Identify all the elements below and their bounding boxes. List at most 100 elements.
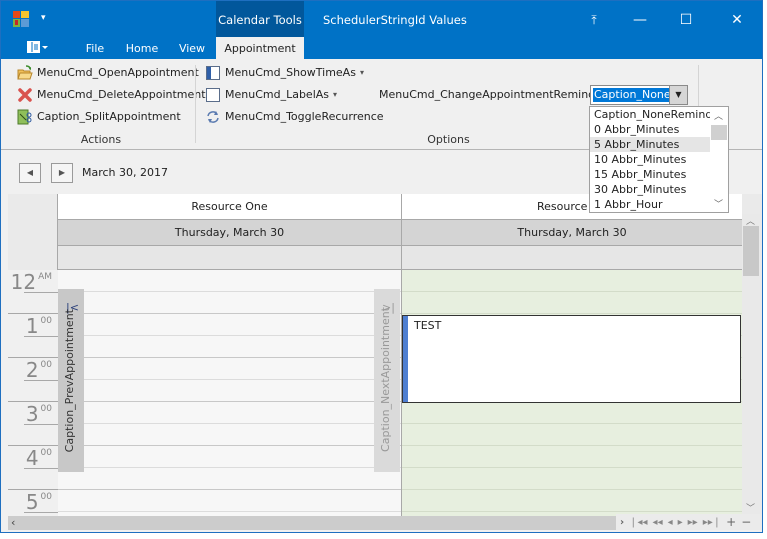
app-icon: [13, 11, 29, 27]
time-label: 1 00: [25, 314, 52, 338]
scroll-down-icon[interactable]: ﹀: [746, 501, 755, 514]
open-folder-icon: [17, 65, 33, 81]
resource-one-time-cells[interactable]: [58, 270, 401, 516]
split-icon: [17, 109, 33, 125]
reminder-option[interactable]: 10 Abbr_Minutes: [590, 152, 710, 167]
split-appointment-label: Caption_SplitAppointment: [37, 110, 181, 123]
show-time-as-label: MenuCmd_ShowTimeAs: [225, 66, 356, 79]
time-label: 5 00: [25, 490, 52, 514]
time-tick: [24, 424, 58, 425]
show-time-as-icon: [205, 65, 221, 81]
ribbon-menu-button[interactable]: [27, 41, 49, 56]
dropdown-arrow-icon: ▼: [675, 90, 682, 99]
dropdown-scrollbar[interactable]: ︿ ﹀: [710, 107, 728, 212]
actions-group-label: Actions: [80, 133, 122, 146]
minimize-button[interactable]: —: [617, 1, 663, 37]
title-bar: ▾ Calendar Tools SchedulerStringId Value…: [1, 1, 762, 37]
recurrence-icon: [205, 109, 221, 125]
toggle-recurrence-button[interactable]: MenuCmd_ToggleRecurrence: [205, 107, 384, 127]
next-page-icon[interactable]: ▸▸: [688, 517, 698, 528]
label-as-icon: [205, 87, 221, 103]
tab-file[interactable]: File: [77, 37, 113, 59]
reminder-option[interactable]: 30 Abbr_Minutes: [590, 182, 710, 197]
close-button[interactable]: ✕: [714, 1, 760, 37]
minimize-icon: —: [633, 12, 647, 28]
next-appointment-label: Caption_NextAppointment: [379, 307, 392, 452]
triangle-left-icon: ◀: [26, 168, 34, 177]
prev-resource-icon[interactable]: ◂: [668, 517, 673, 528]
delete-appointment-button[interactable]: MenuCmd_DeleteAppointment: [17, 85, 206, 105]
tab-home[interactable]: Home: [121, 37, 163, 59]
prev-date-button[interactable]: ◀: [19, 163, 41, 183]
label-as-label: MenuCmd_LabelAs: [225, 88, 330, 101]
maximize-button[interactable]: ☐: [663, 1, 709, 37]
vertical-scrollbar[interactable]: ︿ ﹀: [742, 214, 760, 516]
main-window: ▾ Calendar Tools SchedulerStringId Value…: [0, 0, 763, 533]
next-date-button[interactable]: ▶: [51, 163, 73, 183]
next-resource-icon[interactable]: ▸: [678, 517, 683, 528]
prev-appointment-button[interactable]: |< Caption_PrevAppointment: [58, 289, 84, 472]
show-time-as-button[interactable]: MenuCmd_ShowTimeAs ▾: [205, 63, 364, 83]
day-header: Thursday, March 30: [402, 220, 742, 246]
horizontal-scrollbar[interactable]: ‹: [8, 516, 616, 530]
increase-resources-icon[interactable]: +: [726, 515, 736, 529]
reminder-option[interactable]: 15 Abbr_Minutes: [590, 167, 710, 182]
time-label: 12 AM: [10, 270, 52, 294]
time-label: 3 00: [25, 402, 52, 426]
next-appointment-button[interactable]: >| Caption_NextAppointment: [374, 289, 400, 472]
reminder-option[interactable]: Caption_NoneReminder: [590, 107, 724, 122]
window-title: SchedulerStringId Values: [323, 13, 467, 27]
group-separator: [195, 65, 196, 143]
reminder-option[interactable]: 0 Abbr_Minutes: [590, 122, 710, 137]
scroll-up-icon[interactable]: ︿: [714, 109, 723, 122]
maximize-icon: ☐: [679, 12, 693, 28]
time-label: 2 00: [25, 358, 52, 382]
last-resource-icon[interactable]: ▸▸❘: [703, 517, 721, 528]
reminder-combo-value[interactable]: Caption_NoneR: [593, 88, 669, 102]
scroll-left-icon[interactable]: ‹: [11, 516, 15, 529]
tab-appointment[interactable]: Appointment: [216, 37, 304, 59]
reminder-option[interactable]: 5 Abbr_Minutes: [590, 137, 710, 152]
time-tick: [24, 336, 58, 337]
ribbon-tabs: [1, 37, 762, 59]
toggle-recurrence-label: MenuCmd_ToggleRecurrence: [225, 110, 384, 123]
close-icon: ✕: [731, 12, 743, 28]
vertical-scroll-thumb[interactable]: [743, 226, 759, 276]
scroll-down-icon[interactable]: ﹀: [714, 197, 723, 210]
tab-view[interactable]: View: [171, 37, 213, 59]
triangle-right-icon: ▶: [58, 168, 66, 177]
column-divider: [57, 194, 58, 270]
reminder-combo[interactable]: Caption_NoneR ▼: [590, 85, 688, 105]
split-appointment-button[interactable]: Caption_SplitAppointment: [17, 107, 181, 127]
all-day-area[interactable]: [402, 246, 742, 270]
label-as-button[interactable]: MenuCmd_LabelAs ▾: [205, 85, 337, 105]
options-group-label: Options: [427, 133, 470, 146]
appointment-subject: TEST: [414, 319, 442, 332]
reminder-option[interactable]: 1 Abbr_Hour: [590, 197, 710, 212]
chevron-down-icon: ▾: [359, 68, 364, 77]
open-appointment-button[interactable]: MenuCmd_OpenAppointment: [17, 63, 199, 83]
prev-page-icon[interactable]: ◂◂: [653, 517, 663, 528]
quick-access-dropdown[interactable]: ▾: [41, 13, 46, 23]
reminder-dropdown-list: Caption_NoneReminder 0 Abbr_Minutes 5 Ab…: [589, 106, 729, 213]
time-tick: [24, 512, 58, 513]
dropdown-scroll-thumb[interactable]: [711, 125, 727, 140]
restore-ribbon-button[interactable]: ⤒: [571, 1, 617, 37]
panel-menu-icon: [27, 41, 48, 53]
delete-x-icon: [17, 87, 33, 103]
reminder-combo-dropdown-button[interactable]: ▼: [669, 86, 687, 104]
decrease-resources-icon[interactable]: −: [741, 515, 751, 529]
current-date: March 30, 2017: [82, 166, 169, 179]
resource-navigator: › ❘◂◂ ◂◂ ◂ ▸ ▸▸ ▸▸❘ + −: [616, 514, 762, 530]
appointment[interactable]: TEST: [402, 315, 741, 403]
scroll-right-icon[interactable]: ›: [620, 517, 624, 528]
prev-appointment-label: Caption_PrevAppointment: [63, 308, 76, 452]
time-tick: [24, 380, 58, 381]
all-day-area[interactable]: [58, 246, 401, 270]
delete-appointment-label: MenuCmd_DeleteAppointment: [37, 88, 206, 101]
time-tick: [24, 468, 58, 469]
time-ruler: 12 AM 1 00 2 00 3 00 4 00 5 00: [8, 270, 58, 516]
first-resource-icon[interactable]: ❘◂◂: [629, 517, 647, 528]
open-appointment-label: MenuCmd_OpenAppointment: [37, 66, 199, 79]
pin-ribbon-icon: ⤒: [591, 13, 597, 27]
